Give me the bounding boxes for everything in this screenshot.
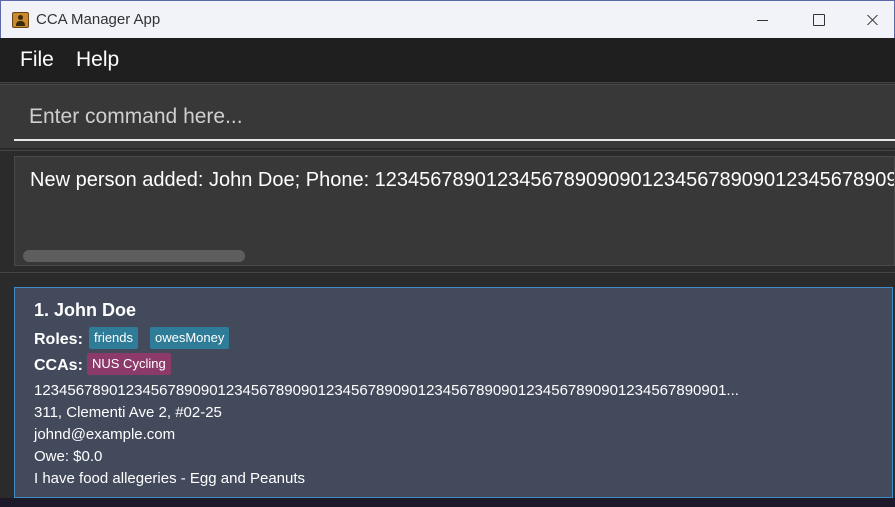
result-panel: New person added: John Doe; Phone: 12345… (0, 150, 895, 269)
list-bottom-strip (0, 498, 895, 507)
result-display[interactable]: New person added: John Doe; Phone: 12345… (14, 156, 895, 266)
contact-book-icon (12, 12, 29, 28)
minimize-icon[interactable] (739, 1, 785, 38)
horizontal-scrollbar[interactable] (23, 250, 245, 262)
roles-label: Roles: (34, 331, 83, 348)
person-remark: I have food allegeries - Egg and Peanuts (34, 470, 306, 487)
menu-help[interactable]: Help (76, 48, 119, 72)
maximize-icon[interactable] (796, 1, 842, 38)
person-email: johnd@example.com (34, 426, 176, 443)
role-tag-owesmoney: owesMoney (150, 327, 230, 349)
title-bar: CCA Manager App (0, 0, 895, 38)
person-card[interactable]: 1. John Doe Roles: friends owesMoney CCA… (14, 287, 893, 498)
person-address: 311, Clementi Ave 2, #02-25 (34, 404, 222, 421)
close-icon[interactable] (850, 1, 895, 38)
command-panel (0, 84, 895, 148)
menu-bar: File Help (0, 38, 895, 83)
person-owe: Owe: $0.0 (34, 448, 103, 465)
command-input[interactable] (14, 95, 895, 141)
cca-tag-nus-cycling: NUS Cycling (87, 353, 171, 375)
role-tag-friends: friends (89, 327, 139, 349)
result-message: New person added: John Doe; Phone: 12345… (30, 169, 894, 191)
ccas-label: CCAs: (34, 357, 83, 374)
person-name: 1. John Doe (34, 300, 137, 320)
window-title: CCA Manager App (36, 11, 161, 28)
person-phone: 1234567890123456789090123456789090123456… (34, 382, 739, 399)
menu-file[interactable]: File (20, 48, 54, 72)
